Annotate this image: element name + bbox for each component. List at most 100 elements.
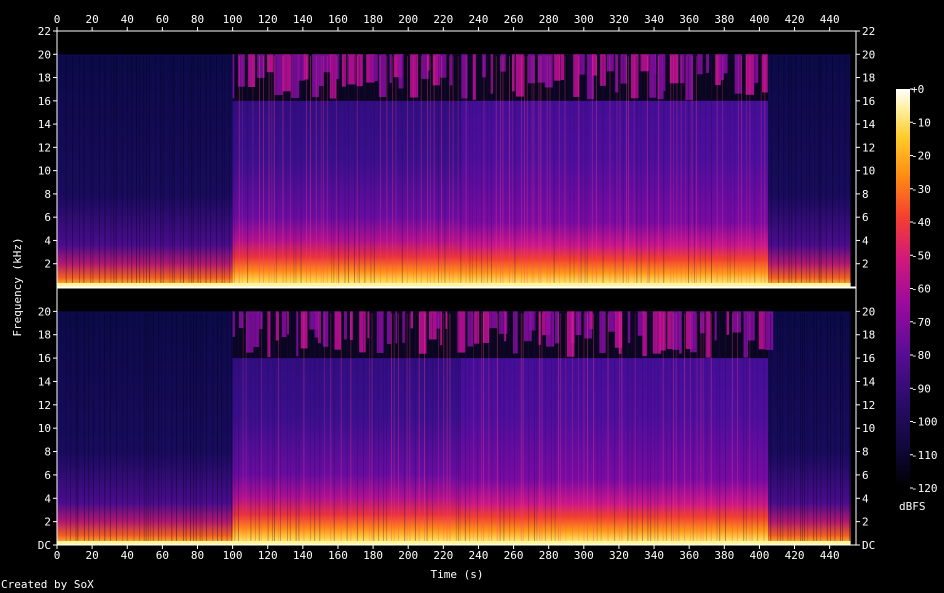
striation (820, 56, 822, 287)
colorbar-label: dBFS (899, 500, 926, 513)
y-tick-label-left: 4 (44, 234, 51, 247)
striation (636, 56, 638, 287)
hf-burst (515, 54, 524, 97)
x-tick-label-bottom: 100 (223, 549, 243, 562)
x-tick-label-bottom: 360 (679, 549, 699, 562)
striation (716, 56, 718, 287)
striation (290, 56, 291, 287)
striation (136, 56, 137, 287)
striation (271, 56, 273, 287)
striation (139, 56, 141, 287)
striation (333, 56, 335, 287)
hf-burst (344, 311, 347, 340)
striation (206, 313, 207, 545)
striation (614, 56, 616, 287)
striation (627, 313, 629, 545)
striation (791, 56, 793, 287)
dc-band (57, 541, 851, 545)
striation (569, 56, 571, 287)
hf-burst (659, 311, 666, 351)
hf-burst (274, 54, 283, 95)
hf-burst (410, 54, 419, 98)
striation (464, 313, 466, 545)
credit-text: Created by SoX (1, 578, 94, 591)
x-axis-label: Time (s) (431, 568, 484, 581)
y-tick-label-left: DC (38, 539, 51, 552)
striation (621, 313, 623, 545)
striation (565, 313, 567, 545)
x-tick-label-bottom: 300 (574, 549, 594, 562)
striation (254, 313, 256, 545)
striation (295, 56, 297, 287)
y-tick-label-right: 16 (862, 95, 875, 108)
x-tick-label-top: 80 (191, 13, 204, 26)
striation (584, 56, 586, 287)
y-tick-label-right: 6 (862, 211, 869, 224)
x-tick-label-bottom: 420 (785, 549, 805, 562)
y-tick-label-left: 2 (44, 516, 51, 529)
striation (587, 313, 588, 545)
striation (65, 56, 67, 287)
colorbar-tick-label: -110 (911, 449, 938, 462)
striation (751, 313, 753, 545)
hf-burst (359, 311, 366, 353)
striation (391, 313, 392, 545)
hf-burst (322, 311, 329, 347)
striation (188, 56, 190, 287)
striation (333, 313, 335, 545)
x-tick-label-top: 420 (785, 13, 805, 26)
striation (83, 313, 85, 545)
colorbar-tick-label: +0 (911, 83, 924, 96)
striation (520, 313, 522, 545)
striation (692, 313, 694, 545)
striation (689, 313, 691, 545)
striation (680, 56, 682, 287)
striation (173, 56, 175, 287)
y-tick-label-right: 14 (862, 375, 876, 388)
hf-burst (246, 311, 254, 353)
striation (226, 313, 228, 545)
striation (716, 313, 718, 545)
striation (418, 313, 420, 545)
striation (702, 313, 704, 545)
striation (298, 313, 300, 545)
colorbar-tick-label: -120 (911, 482, 938, 495)
striation (180, 56, 182, 287)
striation (429, 56, 431, 287)
y-tick-label-left: 4 (44, 492, 51, 505)
striation (98, 56, 100, 287)
striation (77, 313, 79, 545)
y-tick-label-left: 2 (44, 258, 51, 271)
striation (764, 56, 766, 287)
striation (197, 56, 199, 287)
striation (280, 313, 281, 545)
striation (830, 313, 831, 545)
striation (495, 56, 497, 287)
striation (700, 313, 702, 545)
striation (725, 313, 726, 545)
striation (486, 56, 488, 287)
striation (675, 313, 677, 545)
hf-burst (726, 311, 729, 335)
striation (241, 56, 243, 287)
striation (272, 313, 274, 545)
striation (473, 313, 475, 545)
striation (212, 313, 214, 545)
striation (483, 313, 484, 545)
x-tick-label-top: 280 (539, 13, 559, 26)
y-tick-label-right: 14 (862, 118, 876, 131)
striation (763, 313, 765, 545)
striation (684, 313, 686, 545)
hf-burst (546, 311, 555, 347)
striation (350, 313, 352, 545)
striation (533, 56, 535, 287)
striation (490, 56, 492, 287)
y-tick-label-right: 16 (862, 352, 875, 365)
hf-burst (732, 311, 741, 333)
striation (591, 56, 593, 287)
track-end (850, 31, 856, 287)
striation (572, 313, 573, 545)
striation (278, 313, 279, 545)
striation (710, 313, 712, 545)
striation (711, 56, 712, 287)
